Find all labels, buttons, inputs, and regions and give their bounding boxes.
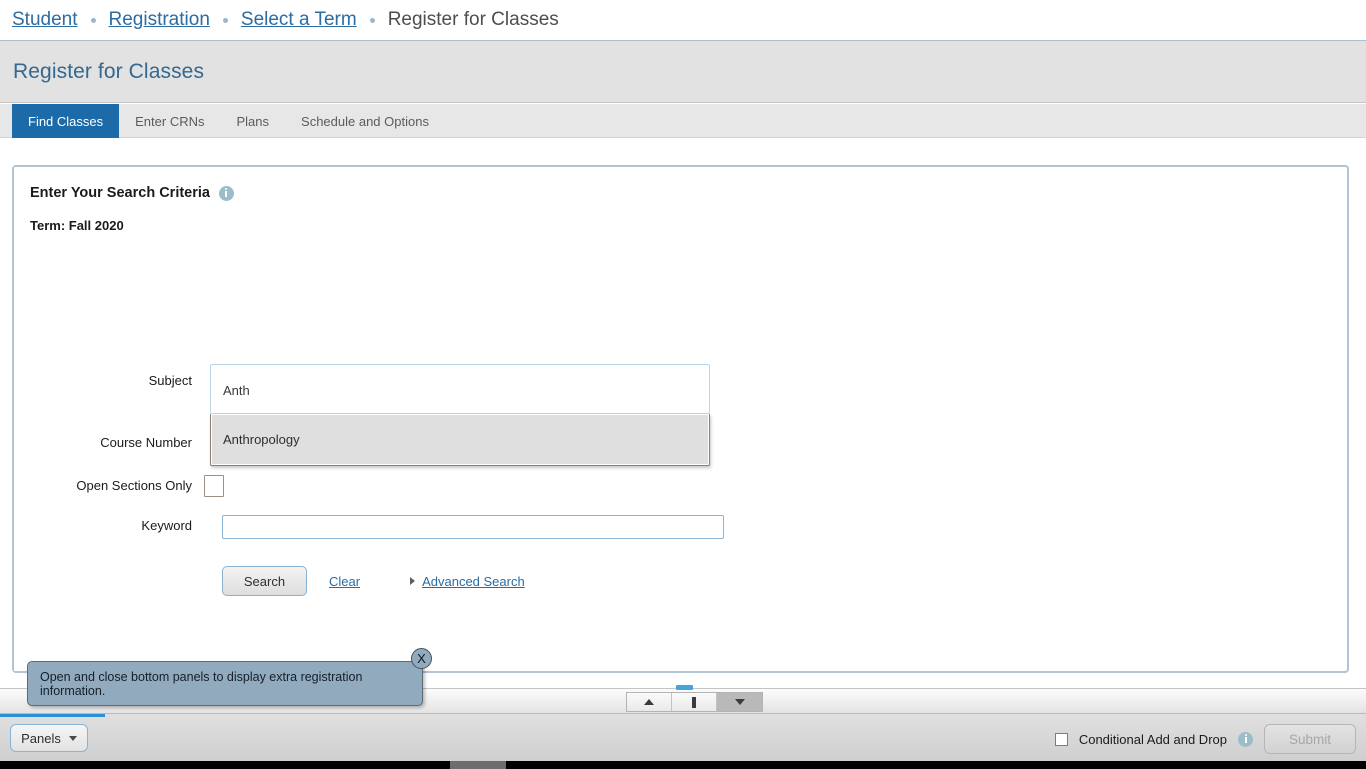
term-label: Term: Fall 2020	[30, 218, 124, 233]
breadcrumb-item-registration[interactable]: Registration	[109, 9, 210, 31]
breadcrumb-separator-icon	[90, 17, 96, 23]
horizontal-scrollbar-thumb[interactable]	[450, 761, 506, 769]
tab-plans[interactable]: Plans	[221, 104, 286, 138]
subject-suggestion-anthropology[interactable]: Anthropology	[212, 415, 708, 464]
field-row-open-sections-only: Open Sections Only	[14, 475, 224, 497]
field-row-keyword: Keyword	[14, 518, 204, 534]
close-icon[interactable]: X	[411, 648, 432, 669]
triangle-down-icon	[734, 699, 745, 705]
subject-input[interactable]: Anth	[210, 364, 710, 414]
page-title: Register for Classes	[13, 59, 205, 83]
card-left-rail	[14, 167, 19, 671]
conditional-add-and-drop-checkbox[interactable]	[1054, 732, 1068, 746]
bottom-action-bar: Panels Conditional Add and Drop Submit	[0, 714, 1366, 761]
field-row-course-number: Course Number	[14, 435, 204, 451]
panel-divider-buttons	[626, 692, 763, 712]
search-criteria-card: Enter Your Search Criteria Term: Fall 20…	[12, 165, 1349, 673]
breadcrumb-separator-icon	[222, 17, 228, 23]
bottom-accent-line	[0, 714, 105, 717]
panels-hint-text: Open and close bottom panels to display …	[40, 669, 363, 698]
open-sections-only-checkbox[interactable]	[204, 475, 224, 497]
panel-restore-button[interactable]	[672, 693, 717, 711]
caret-down-icon	[68, 735, 77, 741]
conditional-info-icon[interactable]	[1238, 731, 1253, 747]
triangle-up-icon	[644, 699, 654, 705]
tab-bar: Find Classes Enter CRNs Plans Schedule a…	[0, 104, 1366, 138]
tab-schedule-and-options[interactable]: Schedule and Options	[285, 104, 445, 138]
panels-button-label: Panels	[21, 730, 61, 746]
breadcrumb-item-student[interactable]: Student	[12, 9, 78, 31]
panel-collapse-up-button[interactable]	[627, 693, 672, 711]
tab-enter-crns[interactable]: Enter CRNs	[119, 104, 220, 138]
bottom-right-group: Conditional Add and Drop Submit	[1054, 724, 1356, 754]
panels-hint-callout: Open and close bottom panels to display …	[27, 661, 423, 706]
breadcrumb-item-register-for-classes: Register for Classes	[387, 9, 559, 30]
search-criteria-heading-label: Enter Your Search Criteria	[30, 185, 210, 201]
subject-suggestion-list: Anthropology	[210, 414, 710, 466]
page-title-band: Register for Classes	[0, 41, 1366, 103]
search-button[interactable]: Search	[222, 566, 307, 596]
triangle-right-icon[interactable]	[410, 577, 416, 585]
panel-divider-handle[interactable]	[676, 685, 693, 690]
course-number-label: Course Number	[100, 435, 192, 450]
info-icon[interactable]	[218, 185, 234, 201]
advanced-search-link[interactable]: Advanced Search	[422, 574, 525, 589]
keyword-label: Keyword	[141, 518, 192, 533]
open-sections-only-label: Open Sections Only	[76, 478, 192, 493]
submit-button[interactable]: Submit	[1264, 724, 1356, 754]
subject-label: Subject	[148, 373, 192, 388]
page-root: Student Registration Select a Term Regis…	[0, 0, 1366, 769]
breadcrumb: Student Registration Select a Term Regis…	[0, 0, 1366, 41]
panels-button[interactable]: Panels	[10, 724, 88, 752]
tab-find-classes[interactable]: Find Classes	[12, 104, 120, 138]
keyword-input[interactable]	[222, 515, 724, 539]
breadcrumb-item-select-a-term[interactable]: Select a Term	[241, 9, 357, 31]
search-criteria-heading: Enter Your Search Criteria	[30, 185, 234, 201]
search-actions: Search Clear Advanced Search	[222, 566, 525, 596]
advanced-search-group: Advanced Search	[410, 574, 525, 589]
pin-icon	[692, 696, 696, 708]
clear-link[interactable]: Clear	[329, 574, 360, 589]
conditional-add-and-drop-label: Conditional Add and Drop	[1078, 731, 1227, 747]
panel-expand-down-button[interactable]	[717, 693, 762, 711]
browser-bottom-bar	[0, 761, 1366, 769]
breadcrumb-separator-icon	[369, 17, 375, 23]
field-row-subject: Subject	[14, 373, 204, 389]
